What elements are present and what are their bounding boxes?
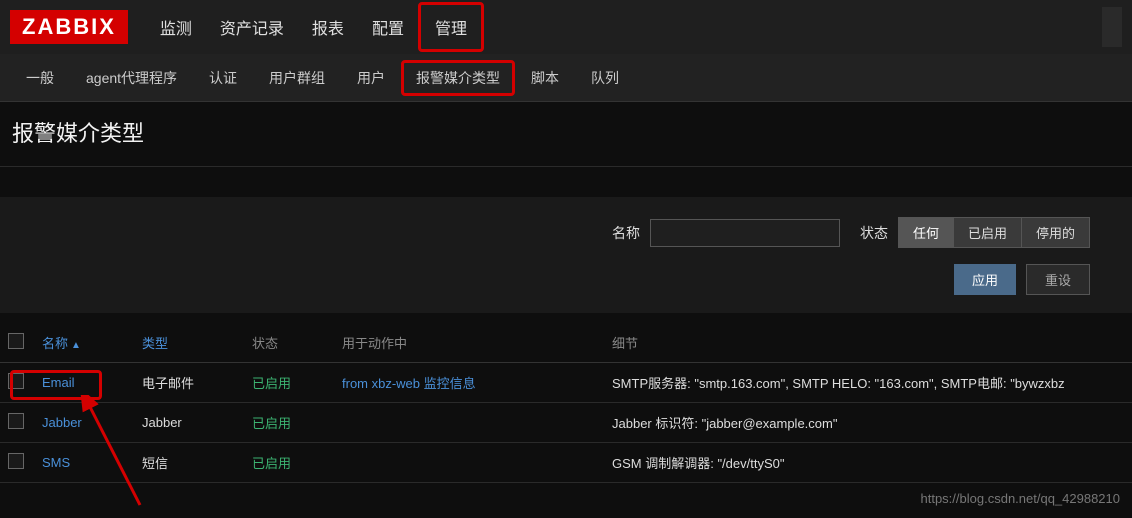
details-cell: GSM 调制解调器: "/dev/ttyS0"	[604, 443, 1132, 483]
table-row: SMS 短信 已启用 GSM 调制解调器: "/dev/ttyS0"	[0, 443, 1132, 483]
status-toggle[interactable]: 已启用	[252, 456, 291, 471]
subnav-mediatypes[interactable]: 报警媒介类型	[401, 60, 515, 96]
filter-status-label: 状态	[860, 223, 888, 243]
header-checkbox-col	[0, 323, 34, 363]
sort-arrow-icon: ▲	[71, 340, 81, 351]
topnav-monitor[interactable]: 监测	[146, 0, 206, 55]
table-row: Email 电子邮件 已启用 from xbz-web 监控信息 SMTP服务器…	[0, 363, 1132, 403]
header-type[interactable]: 类型	[134, 323, 244, 363]
select-all-checkbox[interactable]	[8, 333, 24, 349]
subnav-queue[interactable]: 队列	[575, 54, 635, 102]
status-toggle[interactable]: 已启用	[252, 416, 291, 431]
top-right-panel	[1102, 7, 1122, 47]
subnav-users[interactable]: 用户	[341, 54, 401, 102]
sub-navigation: 一般 agent代理程序 认证 用户群组 用户 报警媒介类型 脚本 队列	[0, 54, 1132, 102]
action-cell: from xbz-web 监控信息	[334, 363, 604, 403]
status-enabled-button[interactable]: 已启用	[954, 217, 1022, 248]
media-type-cell: 电子邮件	[134, 363, 244, 403]
subnav-proxies[interactable]: agent代理程序	[70, 54, 193, 102]
status-toggle[interactable]: 已启用	[252, 376, 291, 391]
page-title: 报警媒介类型	[0, 102, 1132, 167]
status-any-button[interactable]: 任何	[898, 217, 954, 248]
action-cell	[334, 403, 604, 443]
topnav-reports[interactable]: 报表	[298, 0, 358, 55]
media-type-cell: 短信	[134, 443, 244, 483]
filter-name-label: 名称	[612, 223, 640, 243]
subnav-usergroups[interactable]: 用户群组	[253, 54, 341, 102]
action-link[interactable]: 监控信息	[424, 376, 476, 391]
header-status: 状态	[244, 323, 334, 363]
action-prefix: from xbz-web	[342, 376, 424, 391]
subnav-mediatypes-label: 报警媒介类型	[416, 70, 500, 86]
topnav-inventory[interactable]: 资产记录	[206, 0, 298, 55]
header-name[interactable]: 名称▲	[34, 323, 134, 363]
topnav-admin[interactable]: 管理	[418, 2, 484, 52]
filter-panel: 名称 状态 任何 已启用 停用的 应用 重设	[0, 197, 1132, 313]
filter-status-group: 状态 任何 已启用 停用的	[860, 217, 1090, 248]
header-name-label: 名称	[42, 336, 68, 351]
subnav-general[interactable]: 一般	[10, 54, 70, 102]
action-cell	[334, 443, 604, 483]
media-types-table: 名称▲ 类型 状态 用于动作中 细节 Email 电子邮件 已启用 from x…	[0, 323, 1132, 483]
media-name-link[interactable]: Email	[42, 375, 75, 390]
header-action: 用于动作中	[334, 323, 604, 363]
row-checkbox[interactable]	[8, 453, 24, 469]
logo[interactable]: ZABBIX	[10, 10, 128, 44]
filter-name-input[interactable]	[650, 219, 840, 247]
subnav-scripts[interactable]: 脚本	[515, 54, 575, 102]
watermark: https://blog.csdn.net/qq_42988210	[0, 483, 1132, 514]
media-name-link[interactable]: SMS	[42, 455, 70, 470]
filter-name-group: 名称	[612, 219, 840, 247]
reset-button[interactable]: 重设	[1026, 264, 1090, 295]
subnav-auth[interactable]: 认证	[193, 54, 253, 102]
status-button-group: 任何 已启用 停用的	[898, 217, 1090, 248]
media-type-cell: Jabber	[134, 403, 244, 443]
top-navigation: ZABBIX 监测 资产记录 报表 配置 管理	[0, 0, 1132, 54]
status-disabled-button[interactable]: 停用的	[1022, 217, 1090, 248]
row-checkbox[interactable]	[8, 373, 24, 389]
topnav-config[interactable]: 配置	[358, 0, 418, 55]
apply-button[interactable]: 应用	[954, 264, 1016, 295]
media-name-link[interactable]: Jabber	[42, 415, 82, 430]
details-cell: SMTP服务器: "smtp.163.com", SMTP HELO: "163…	[604, 363, 1132, 403]
table-row: Jabber Jabber 已启用 Jabber 标识符: "jabber@ex…	[0, 403, 1132, 443]
row-checkbox[interactable]	[8, 413, 24, 429]
details-cell: Jabber 标识符: "jabber@example.com"	[604, 403, 1132, 443]
header-details: 细节	[604, 323, 1132, 363]
